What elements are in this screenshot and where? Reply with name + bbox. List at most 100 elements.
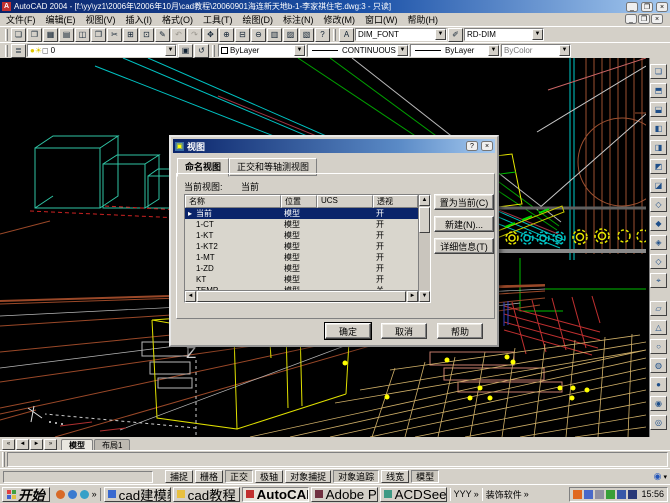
toolbar-overflow-icon[interactable]: » (474, 489, 479, 499)
designcenter-button[interactable]: ▨ (283, 28, 298, 42)
make-object-layer-current-button[interactable]: ▣ (178, 44, 193, 58)
menu-item[interactable]: 工具(T) (198, 13, 238, 26)
tray-4[interactable] (606, 490, 615, 499)
view-list-row[interactable]: ▸当前 模型 开 (185, 208, 418, 219)
doc-minimize-button[interactable]: _ (625, 14, 637, 24)
bottom-view-button[interactable]: ⬓ (650, 102, 667, 117)
zoom-window-button[interactable]: ⊟ (235, 28, 250, 42)
status-toggle-button[interactable]: 极轴 (255, 470, 283, 483)
new-view-button[interactable]: 新建(N)... (434, 216, 494, 232)
chevron-down-icon[interactable]: ▼ (488, 45, 499, 56)
last-tab-button[interactable]: » (44, 439, 57, 450)
back-view-button[interactable]: ◪ (650, 178, 667, 193)
status-toggle-button[interactable]: 正交 (225, 470, 253, 483)
quick-launch-1[interactable] (56, 490, 65, 499)
hidden-lines-button[interactable]: ○ (650, 339, 667, 354)
gouraud-shaded-button[interactable]: ● (650, 377, 667, 392)
chevron-down-icon[interactable]: ▼ (165, 45, 176, 56)
open-file-button[interactable]: ❐ (27, 28, 42, 42)
ne-isometric-button[interactable]: ◈ (650, 235, 667, 250)
menu-item[interactable]: 窗口(W) (360, 13, 403, 26)
scroll-up-icon[interactable]: ▲ (419, 195, 430, 206)
camera-button[interactable]: ⌖ (650, 273, 667, 288)
cut-button[interactable]: ✂ (107, 28, 122, 42)
menu-item[interactable]: 插入(I) (121, 13, 158, 26)
menu-item[interactable]: 标注(N) (278, 13, 319, 26)
3d-wireframe-button[interactable]: △ (650, 320, 667, 335)
right-view-button[interactable]: ◨ (650, 140, 667, 155)
dim-style-icon[interactable]: ✐ (448, 28, 463, 42)
scrollbar-thumb[interactable] (419, 207, 430, 233)
tray-2[interactable] (584, 490, 593, 499)
vertical-scrollbar[interactable]: ▲ ▼ (418, 195, 430, 302)
nw-isometric-button[interactable]: ◇ (650, 254, 667, 269)
toolbar-grip[interactable] (5, 29, 8, 41)
publish-button[interactable]: ❒ (91, 28, 106, 42)
column-location[interactable]: 位置 (281, 195, 317, 208)
quick-launch-overflow[interactable]: » (92, 489, 97, 499)
named-views-button[interactable]: ❏ (650, 64, 667, 79)
command-input[interactable] (7, 452, 668, 467)
scrollbar-thumb[interactable] (197, 291, 406, 302)
communication-center-icon[interactable]: ◉ (654, 471, 662, 482)
taskbar-task-button[interactable]: cad教程 (173, 487, 240, 502)
zoom-previous-button[interactable]: ⊖ (251, 28, 266, 42)
column-name[interactable]: 名称 (185, 195, 281, 208)
match-properties-button[interactable]: ✎ (155, 28, 170, 42)
plot-preview-button[interactable]: ◫ (75, 28, 90, 42)
taskbar-task-button[interactable]: ACDSee v3.1... (380, 487, 447, 502)
column-perspective[interactable]: 透视 (373, 195, 418, 208)
layer-combo[interactable]: ●☀◻ 0 ▼ (27, 44, 177, 57)
status-toggle-button[interactable]: 栅格 (195, 470, 223, 483)
toolbar-grip[interactable] (212, 45, 215, 57)
layer-previous-button[interactable]: ↺ (194, 44, 209, 58)
chevron-down-icon[interactable]: ▼ (435, 29, 446, 40)
taskbar-toolbar[interactable]: YYY» (450, 488, 482, 501)
horizontal-scrollbar[interactable]: ◄ ► (185, 290, 418, 302)
2d-wireframe-button[interactable]: ▱ (650, 301, 667, 316)
sw-isometric-button[interactable]: ◇ (650, 197, 667, 212)
front-view-button[interactable]: ◩ (650, 159, 667, 174)
view-list-row[interactable]: 1-KT 模型 开 (185, 230, 418, 241)
prev-tab-button[interactable]: ◄ (16, 439, 29, 450)
text-style-icon[interactable]: A (339, 28, 354, 42)
restore-button[interactable]: ❐ (641, 2, 653, 12)
column-ucs[interactable]: UCS (317, 195, 373, 208)
menu-item[interactable]: 帮助(H) (403, 13, 444, 26)
tray-5[interactable] (617, 490, 626, 499)
doc-restore-button[interactable]: ❐ (638, 14, 650, 24)
tray-6[interactable] (628, 490, 637, 499)
menu-item[interactable]: 视图(V) (81, 13, 121, 26)
color-combo[interactable]: ByLayer ▼ (218, 44, 306, 57)
chevron-down-icon[interactable]: ▼ (532, 29, 543, 40)
left-view-button[interactable]: ◧ (650, 121, 667, 136)
flat-edges-button[interactable]: ◉ (650, 396, 667, 411)
sheet-tab[interactable]: 布局1 (94, 439, 130, 450)
plot-button[interactable]: ▤ (59, 28, 74, 42)
menu-item[interactable]: 修改(M) (319, 13, 361, 26)
first-tab-button[interactable]: « (2, 439, 15, 450)
chevron-down-icon[interactable]: ▼ (559, 45, 570, 56)
ok-button[interactable]: 确定 (325, 323, 371, 339)
help-button[interactable]: ? (315, 28, 330, 42)
toolbar-grip[interactable] (5, 45, 8, 57)
layer-manager-button[interactable]: ≣ (11, 44, 26, 58)
undo-button[interactable]: ↶ (171, 28, 186, 42)
status-toggle-button[interactable]: 对象追踪 (333, 470, 379, 483)
chevron-down-icon[interactable]: ▼ (397, 45, 408, 56)
paste-button[interactable]: ⊡ (139, 28, 154, 42)
tool-palettes-button[interactable]: ▧ (299, 28, 314, 42)
tray-1[interactable] (573, 490, 582, 499)
details-button[interactable]: 详细信息(T) (434, 238, 494, 254)
chevron-down-icon[interactable]: ▼ (294, 45, 305, 56)
redo-button[interactable]: ↷ (187, 28, 202, 42)
scroll-left-icon[interactable]: ◄ (185, 291, 196, 302)
top-view-button[interactable]: ⬒ (650, 83, 667, 98)
new-file-button[interactable]: ❏ (11, 28, 26, 42)
lineweight-combo[interactable]: ByLayer ▼ (410, 44, 500, 57)
quick-launch-2[interactable] (68, 490, 77, 499)
toolbar-overflow-icon[interactable]: » (524, 489, 529, 499)
dim-style-combo[interactable]: RD-DIM ▼ (464, 28, 544, 41)
tray-3[interactable] (595, 490, 604, 499)
gouraud-edges-button[interactable]: ◎ (650, 415, 667, 430)
